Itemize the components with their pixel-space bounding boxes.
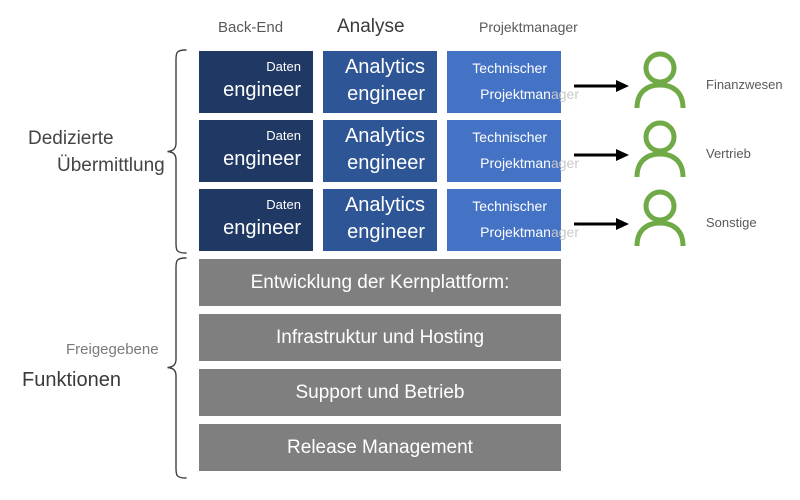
consumer-label-sonstige: Sonstige xyxy=(706,215,757,230)
role-box-line2: Projektmanager xyxy=(480,150,579,176)
role-box-line2: engineer xyxy=(347,221,425,243)
role-box-line2: engineer xyxy=(223,148,301,170)
arrow-icon xyxy=(573,76,631,101)
role-box-technical-project-manager[interactable]: Technischer Projektmanager xyxy=(447,51,579,113)
role-box-analytics-engineer[interactable]: Analytics engineer xyxy=(323,189,437,251)
column-header-projektmanager: Projektmanager xyxy=(479,19,578,35)
role-box-line2: engineer xyxy=(223,217,301,239)
shared-function-label: Support und Betrieb xyxy=(295,381,465,403)
role-box-line2-visible: Projektman xyxy=(480,155,551,171)
role-box-line2: engineer xyxy=(347,152,425,174)
role-box-data-engineer[interactable]: Daten engineer xyxy=(199,120,313,182)
role-box-data-engineer[interactable]: Daten engineer xyxy=(199,189,313,251)
role-box-line1: Daten xyxy=(266,197,301,212)
group-label-dedicated-line2: Übermittlung xyxy=(57,155,165,176)
role-box-analytics-engineer[interactable]: Analytics engineer xyxy=(323,120,437,182)
shared-function-bar-release-management[interactable]: Release Management xyxy=(199,424,561,471)
person-icon xyxy=(632,188,688,251)
role-row: Daten engineer Analytics engineer Techni… xyxy=(199,189,579,251)
shared-function-label: Entwicklung der Kernplattform: xyxy=(250,271,510,293)
shared-function-bar-infrastructure[interactable]: Infrastruktur und Hosting xyxy=(199,314,561,361)
role-box-analytics-engineer[interactable]: Analytics engineer xyxy=(323,51,437,113)
group-label-shared-line1: Freigegebene xyxy=(66,341,159,358)
brace-dedicated-delivery xyxy=(166,49,188,259)
shared-function-bar-support[interactable]: Support und Betrieb xyxy=(199,369,561,416)
shared-function-label: Release Management xyxy=(287,436,473,458)
consumer-label-vertrieb: Vertrieb xyxy=(706,146,751,161)
role-box-line1: Analytics xyxy=(344,125,425,147)
role-box-line1: Analytics xyxy=(344,56,425,78)
group-label-dedicated-line1: Dedizierte xyxy=(28,128,114,149)
person-icon xyxy=(632,119,688,182)
arrow-icon xyxy=(573,145,631,170)
shared-function-label: Infrastruktur und Hosting xyxy=(275,326,485,348)
brace-shared-functions xyxy=(166,257,188,484)
role-box-line1: Daten xyxy=(266,59,301,74)
role-box-line2: engineer xyxy=(223,79,301,101)
role-box-line2: engineer xyxy=(347,83,425,105)
role-box-technical-project-manager[interactable]: Technischer Projektmanager xyxy=(447,120,579,182)
role-row: Daten engineer Analytics engineer Techni… xyxy=(199,120,579,182)
role-box-line1: Technischer xyxy=(472,198,547,214)
arrow-icon xyxy=(573,214,631,239)
role-box-line2: Projektmanager xyxy=(480,81,579,107)
consumer-label-finanzwesen: Finanzwesen xyxy=(706,77,783,92)
role-box-line1: Analytics xyxy=(344,194,425,216)
role-row: Daten engineer Analytics engineer Techni… xyxy=(199,51,579,113)
group-label-shared-line2: Funktionen xyxy=(22,369,121,391)
role-box-line2: Projektmanager xyxy=(480,219,579,245)
role-box-line1: Technischer xyxy=(472,129,547,145)
role-box-data-engineer[interactable]: Daten engineer xyxy=(199,51,313,113)
role-box-line2-visible: Projektman xyxy=(480,224,551,240)
person-icon xyxy=(632,50,688,113)
role-box-line1: Technischer xyxy=(472,60,547,76)
role-box-technical-project-manager[interactable]: Technischer Projektmanager xyxy=(447,189,579,251)
role-box-line2-visible: Projektman xyxy=(480,86,551,102)
role-box-line1: Daten xyxy=(266,128,301,143)
shared-function-bar-core-platform[interactable]: Entwicklung der Kernplattform: xyxy=(199,259,561,306)
column-header-analyse: Analyse xyxy=(337,16,405,37)
column-header-back-end: Back-End xyxy=(218,19,284,36)
